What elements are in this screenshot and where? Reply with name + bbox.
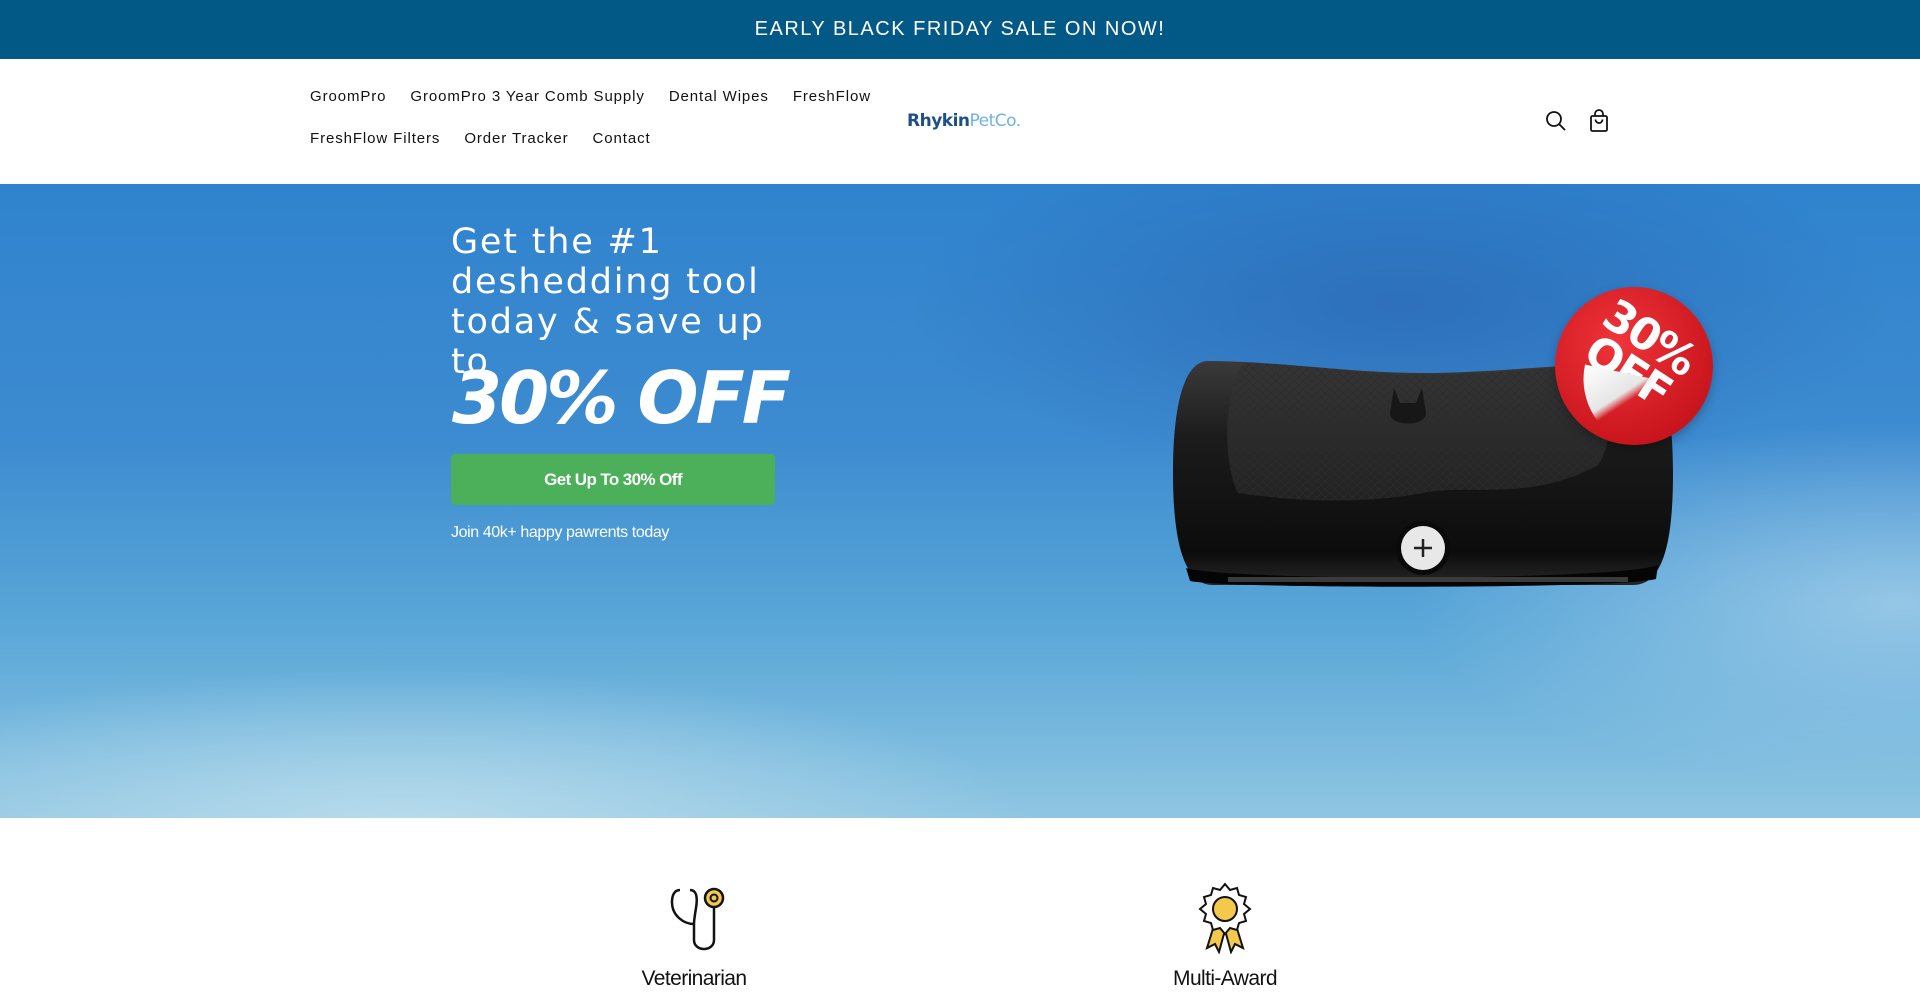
features-row: Veterinarian Multi-Award (0, 818, 1920, 993)
feature-award: Multi-Award (1125, 882, 1325, 992)
get-offer-button[interactable]: Get Up To 30% Off (451, 454, 775, 505)
hero-subtext: Join 40k+ happy pawrents today (451, 524, 669, 541)
main-nav: GroomPro GroomPro 3 Year Comb Supply Den… (298, 76, 898, 160)
nav-item-dental-wipes[interactable]: Dental Wipes (657, 76, 781, 118)
nav-item-freshflow-filters[interactable]: FreshFlow Filters (298, 118, 452, 160)
feature-label: Veterinarian (641, 967, 747, 990)
announcement-text: EARLY BLACK FRIDAY SALE ON NOW! (754, 18, 1166, 40)
site-header: GroomPro GroomPro 3 Year Comb Supply Den… (0, 59, 1920, 184)
stethoscope-icon (670, 887, 725, 951)
nav-item-groompro[interactable]: GroomPro (298, 76, 398, 118)
cart-icon[interactable] (1585, 107, 1613, 135)
logo-text-primary: Rhykin (907, 111, 970, 131)
feature-veterinarian: Veterinarian (594, 882, 794, 992)
nav-item-freshflow[interactable]: FreshFlow (781, 76, 883, 118)
hero-offer: 30% OFF (452, 356, 791, 440)
hero-banner: Get the #1 deshedding tool today & save … (0, 184, 1920, 818)
feature-label: Multi-Award (1173, 967, 1277, 990)
logo-text-secondary: PetCo. (969, 111, 1022, 131)
nav-item-contact[interactable]: Contact (581, 118, 663, 160)
nav-item-groompro-comb-supply[interactable]: GroomPro 3 Year Comb Supply (398, 76, 656, 118)
discount-badge: 30% OFF (1555, 287, 1713, 448)
nav-item-order-tracker[interactable]: Order Tracker (452, 118, 580, 160)
announcement-bar: EARLY BLACK FRIDAY SALE ON NOW! (0, 0, 1920, 59)
search-icon[interactable] (1542, 107, 1570, 135)
site-logo[interactable]: RhykinPetCo. (907, 111, 1021, 131)
award-ribbon-icon (1198, 882, 1252, 954)
